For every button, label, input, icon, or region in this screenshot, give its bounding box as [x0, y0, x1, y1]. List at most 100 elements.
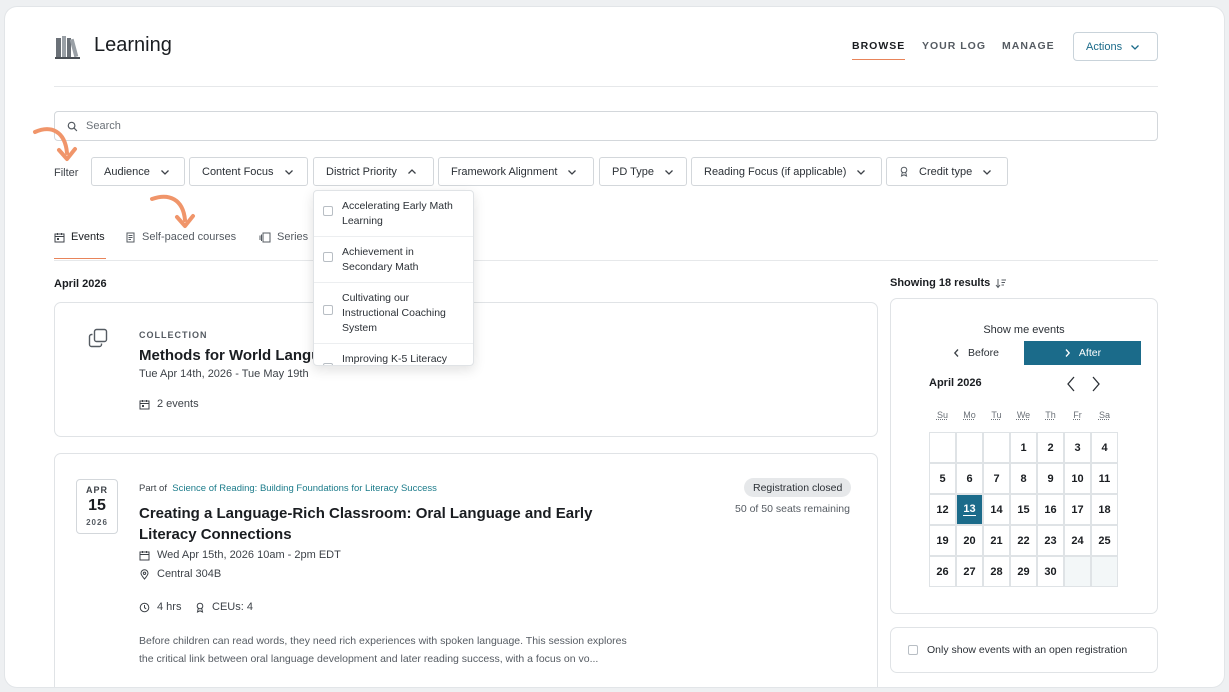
- calendar-day[interactable]: 9: [1037, 463, 1064, 494]
- open-registration-checkbox[interactable]: [908, 645, 918, 655]
- actions-button[interactable]: Actions: [1073, 32, 1158, 61]
- calendar-empty-cell: [929, 432, 956, 463]
- calendar-empty-cell: [1091, 556, 1118, 587]
- calendar-day[interactable]: 3: [1064, 432, 1091, 463]
- nav-browse[interactable]: BROWSE: [852, 40, 906, 60]
- event-time-label: Wed Apr 15th, 2026 10am - 2pm EDT: [157, 549, 341, 561]
- calendar-day[interactable]: 10: [1064, 463, 1091, 494]
- filter-pd-type[interactable]: PD Type: [599, 157, 687, 186]
- calendar-day[interactable]: 26: [929, 556, 956, 587]
- calendar-day[interactable]: 22: [1010, 525, 1037, 556]
- collection-title[interactable]: Methods for World Langu: [139, 345, 320, 366]
- event-part-of: Part of Science of Reading: Building Fou…: [139, 483, 437, 494]
- calendar-month: April 2026: [929, 377, 982, 389]
- calendar-day[interactable]: 2: [1037, 432, 1064, 463]
- dropdown-option[interactable]: Improving K-5 Literacy: [314, 344, 473, 365]
- calendar-day-today[interactable]: 13: [956, 494, 983, 525]
- tab-self-paced-courses[interactable]: Self-paced courses: [125, 231, 236, 243]
- dropdown-option[interactable]: Cultivating our Instructional Coaching S…: [314, 283, 473, 344]
- weekday-label: Sa: [1098, 410, 1110, 420]
- event-date-day: 15: [88, 497, 106, 514]
- event-date-box: APR 15 2026: [76, 479, 118, 534]
- filter-framework-alignment[interactable]: Framework Alignment: [438, 157, 594, 186]
- event-title[interactable]: Creating a Language-Rich Classroom: Oral…: [139, 503, 609, 545]
- event-card[interactable]: APR 15 2026 Part of Science of Reading: …: [54, 453, 878, 687]
- show-me-label: Show me events: [983, 324, 1065, 336]
- calendar-day[interactable]: 14: [983, 494, 1010, 525]
- open-registration-label: Only show events with an open registrati…: [927, 644, 1128, 656]
- calendar-day[interactable]: 6: [956, 463, 983, 494]
- filter-district-priority[interactable]: District Priority: [313, 157, 434, 186]
- calendar-day[interactable]: 25: [1091, 525, 1118, 556]
- event-date-year: 2026: [86, 518, 108, 527]
- calendar-day[interactable]: 15: [1010, 494, 1037, 525]
- calendar-day[interactable]: 5: [929, 463, 956, 494]
- series-link[interactable]: Science of Reading: Building Foundations…: [172, 483, 437, 494]
- before-label: Before: [968, 347, 999, 359]
- open-registration-filter[interactable]: Only show events with an open registrati…: [890, 627, 1158, 673]
- calendar-day[interactable]: 29: [1010, 556, 1037, 587]
- event-ceus: CEUs: 4: [195, 601, 253, 613]
- after-button[interactable]: After: [1024, 341, 1141, 365]
- filter-audience[interactable]: Audience: [91, 157, 185, 186]
- calendar-day[interactable]: 18: [1091, 494, 1118, 525]
- calendar-day[interactable]: 12: [929, 494, 956, 525]
- next-month-icon[interactable]: [1090, 375, 1102, 393]
- calendar-day[interactable]: 8: [1010, 463, 1037, 494]
- calendar-day[interactable]: 7: [983, 463, 1010, 494]
- filter-pd-type-label: PD Type: [612, 165, 654, 178]
- filter-reading-focus[interactable]: Reading Focus (if applicable): [691, 157, 882, 186]
- option-checkbox[interactable]: [323, 363, 333, 365]
- award-icon: [196, 602, 204, 613]
- calendar-empty-cell: [983, 432, 1010, 463]
- nav-manage[interactable]: MANAGE: [1002, 40, 1055, 52]
- sort-icon[interactable]: [995, 278, 1007, 289]
- award-icon: [900, 166, 908, 177]
- option-checkbox[interactable]: [323, 252, 333, 262]
- tab-series[interactable]: Series: [259, 231, 308, 243]
- calendar-day[interactable]: 30: [1037, 556, 1064, 587]
- date-filter-panel: Show me events Before After April 2026 S…: [890, 298, 1158, 614]
- option-label: Improving K-5 Literacy: [342, 353, 448, 365]
- status-badge: Registration closed: [744, 478, 852, 497]
- results-count-label: Showing 18 results: [890, 277, 991, 289]
- weekday-label: Mo: [963, 410, 976, 420]
- search-box[interactable]: [54, 111, 1158, 141]
- calendar-empty-cell: [1064, 556, 1091, 587]
- calendar-icon: [139, 550, 150, 560]
- calendar-day[interactable]: 1: [1010, 432, 1037, 463]
- calendar-day[interactable]: 4: [1091, 432, 1118, 463]
- calendar-day[interactable]: 16: [1037, 494, 1064, 525]
- calendar-icon: [139, 399, 150, 409]
- tab-series-label: Series: [277, 231, 309, 243]
- weekday-label: Fr: [1073, 410, 1082, 420]
- calendar-day[interactable]: 24: [1064, 525, 1091, 556]
- before-button[interactable]: Before: [929, 341, 1023, 365]
- calendar-day[interactable]: 27: [956, 556, 983, 587]
- search-input[interactable]: [86, 120, 986, 132]
- calendar-day[interactable]: 11: [1091, 463, 1118, 494]
- event-location-label: Central 304B: [157, 568, 222, 580]
- collection-count-label: 2 events: [157, 398, 199, 410]
- filter-credit-type[interactable]: Credit type: [886, 157, 1008, 186]
- filter-label: Filter: [54, 167, 79, 179]
- event-hours-label: 4 hrs: [157, 601, 182, 613]
- calendar-day[interactable]: 19: [929, 525, 956, 556]
- chevron-down-icon: [857, 169, 866, 175]
- dropdown-option[interactable]: Achievement in Secondary Math: [314, 237, 473, 283]
- calendar-day[interactable]: 20: [956, 525, 983, 556]
- event-description: Before children can read words, they nee…: [139, 635, 627, 665]
- calendar-day[interactable]: 21: [983, 525, 1010, 556]
- filter-content-focus[interactable]: Content Focus: [189, 157, 308, 186]
- dropdown-option[interactable]: Accelerating Early Math Learning: [314, 191, 473, 237]
- previous-month-icon[interactable]: [1065, 375, 1077, 393]
- book-icon: [126, 232, 135, 242]
- option-checkbox[interactable]: [323, 206, 333, 216]
- tab-events[interactable]: Events: [54, 231, 105, 243]
- nav-your-log[interactable]: YOUR LOG: [922, 40, 986, 52]
- calendar-day[interactable]: 23: [1037, 525, 1064, 556]
- option-checkbox[interactable]: [323, 305, 333, 315]
- collection-icon: [88, 328, 108, 348]
- calendar-day[interactable]: 28: [983, 556, 1010, 587]
- calendar-day[interactable]: 17: [1064, 494, 1091, 525]
